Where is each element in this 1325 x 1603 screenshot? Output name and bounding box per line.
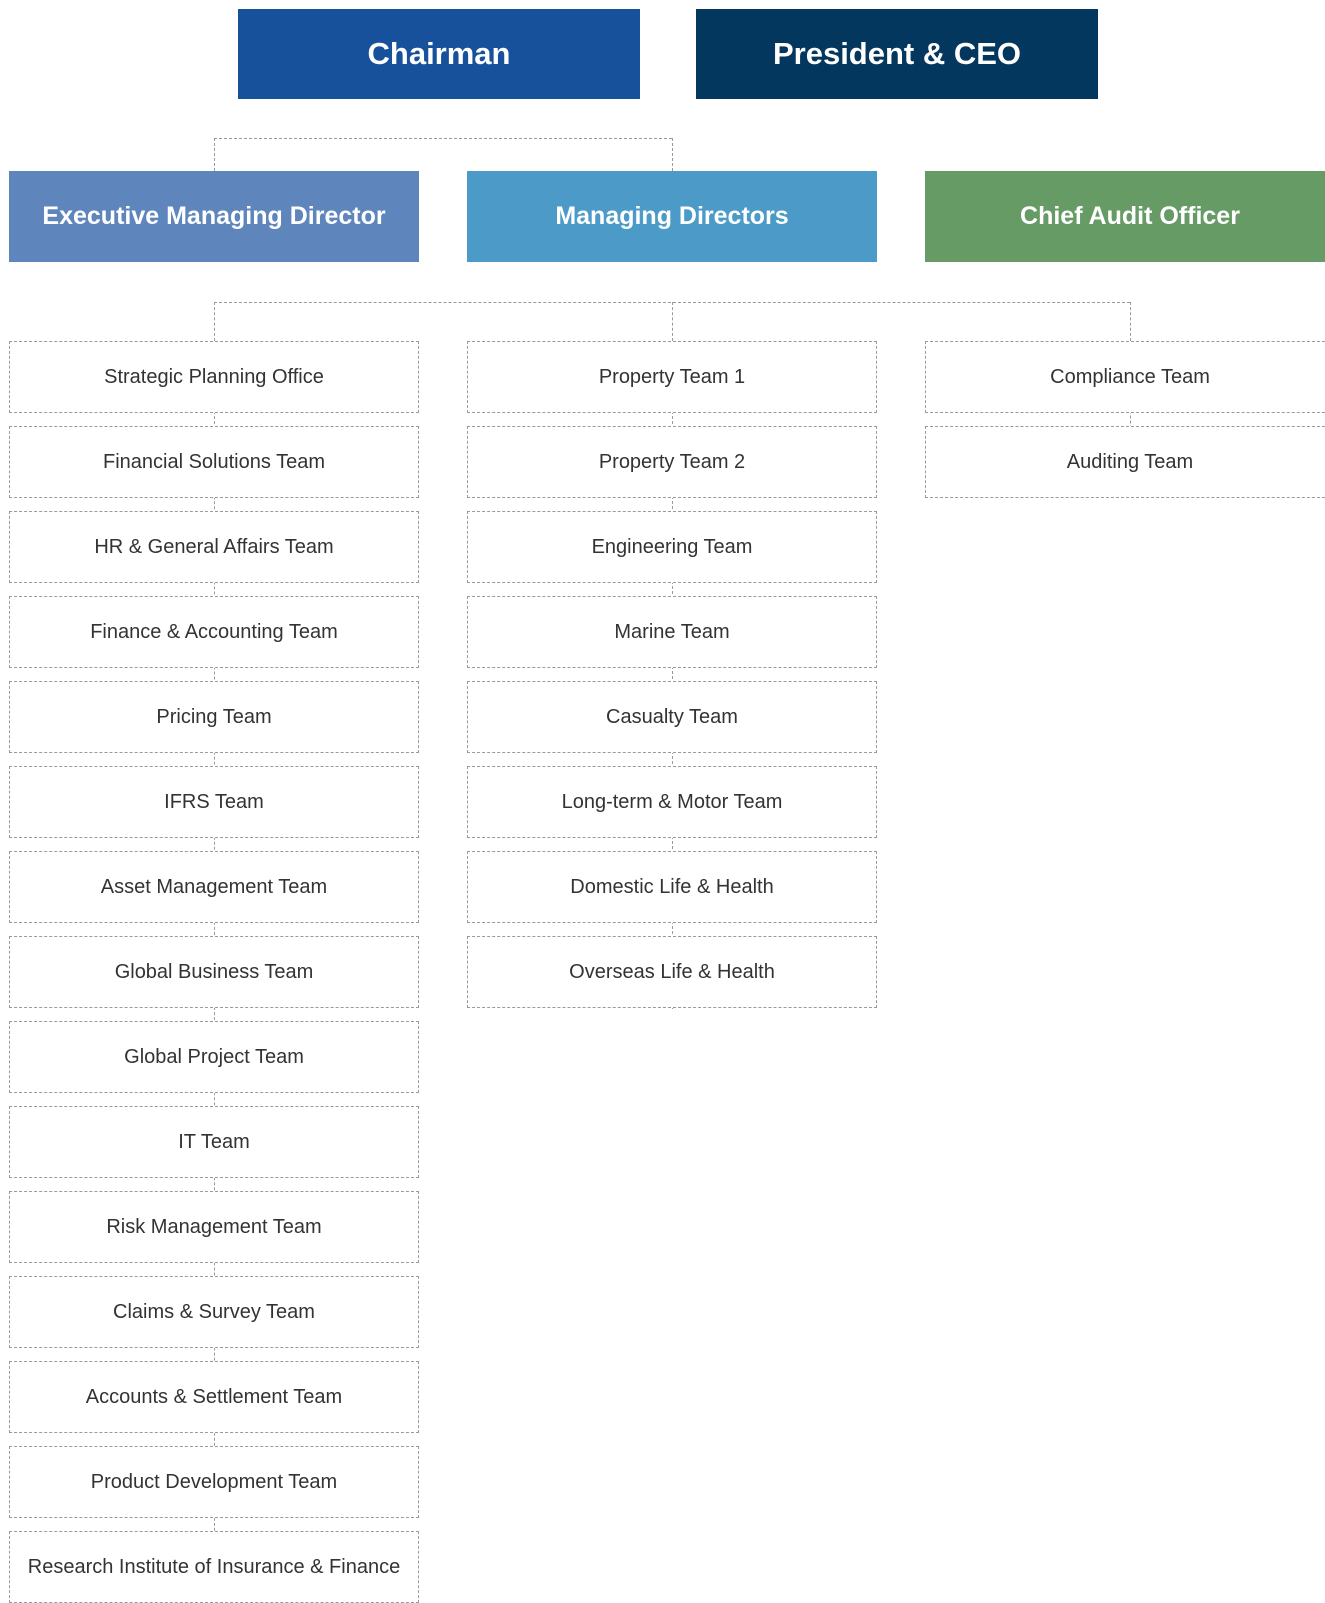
team-label: HR & General Affairs Team [94,535,334,558]
team-label: Global Business Team [114,960,314,983]
chairman-box: Chairman [238,9,640,99]
connector-top-right [672,138,673,171]
team-label: Product Development Team [90,1470,338,1493]
team-label: Property Team 2 [598,450,746,473]
team-box: Global Project Team [9,1021,419,1093]
team-box: Auditing Team [925,426,1325,498]
team-box: Risk Management Team [9,1191,419,1263]
team-label: Compliance Team [1050,365,1210,388]
team-box: HR & General Affairs Team [9,511,419,583]
managing-directors-label: Managing Directors [555,202,789,230]
managing-directors-box: Managing Directors [467,171,877,262]
team-box: Engineering Team [467,511,877,583]
team-box: Asset Management Team [9,851,419,923]
team-label: Auditing Team [1066,450,1194,473]
team-box: Long-term & Motor Team [467,766,877,838]
team-box: Overseas Life & Health [467,936,877,1008]
team-box: Claims & Survey Team [9,1276,419,1348]
team-label: Overseas Life & Health [569,960,775,983]
team-label: IT Team [178,1130,250,1153]
executive-managing-director-box: Executive Managing Director [9,171,419,262]
team-label: Global Project Team [124,1045,304,1068]
team-label: Domestic Life & Health [570,875,774,898]
team-label: Financial Solutions Team [103,450,325,473]
president-ceo-box: President & CEO [696,9,1098,99]
team-box: Product Development Team [9,1446,419,1518]
team-label: Accounts & Settlement Team [85,1385,343,1408]
team-box: Property Team 2 [467,426,877,498]
team-label: Pricing Team [156,705,272,728]
team-box: Global Business Team [9,936,419,1008]
team-box: Pricing Team [9,681,419,753]
team-label: Finance & Accounting Team [90,620,338,643]
team-label: Risk Management Team [106,1215,322,1238]
chief-audit-officer-label: Chief Audit Officer [1020,202,1240,230]
president-ceo-label: President & CEO [772,36,1022,71]
team-box: Accounts & Settlement Team [9,1361,419,1433]
team-box: Marine Team [467,596,877,668]
team-label: Claims & Survey Team [113,1300,315,1323]
team-label: Asset Management Team [100,875,328,898]
team-label: Long-term & Motor Team [561,790,783,813]
team-box: Financial Solutions Team [9,426,419,498]
connector-mid-right [1130,302,1131,341]
team-label: IFRS Team [164,790,264,813]
team-box: Compliance Team [925,341,1325,413]
team-label: Marine Team [614,620,730,643]
team-box: Research Institute of Insurance & Financ… [9,1531,419,1603]
team-box: IFRS Team [9,766,419,838]
team-box: IT Team [9,1106,419,1178]
team-label: Casualty Team [606,705,738,728]
executive-managing-director-label: Executive Managing Director [42,202,386,230]
team-box: Finance & Accounting Team [9,596,419,668]
team-box: Domestic Life & Health [467,851,877,923]
team-label: Strategic Planning Office [104,365,324,388]
team-label: Engineering Team [591,535,753,558]
connector-top-left [214,138,215,171]
connector-mid-center [672,302,673,341]
connector-top-horizontal [214,138,672,139]
chief-audit-officer-box: Chief Audit Officer [925,171,1325,262]
team-box: Property Team 1 [467,341,877,413]
team-label: Research Institute of Insurance & Financ… [27,1555,401,1578]
chairman-label: Chairman [367,36,511,71]
team-box: Casualty Team [467,681,877,753]
connector-mid-left [214,302,215,341]
team-box: Strategic Planning Office [9,341,419,413]
team-label: Property Team 1 [598,365,746,388]
